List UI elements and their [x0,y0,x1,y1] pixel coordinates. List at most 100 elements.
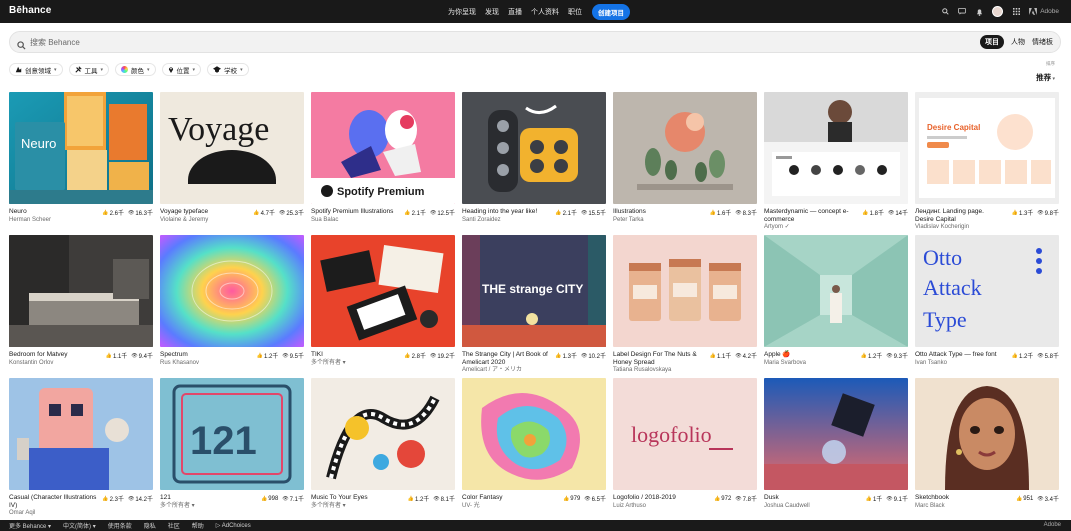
project-title[interactable]: Лендинг. Landing page. Desire Capital [915,208,1003,223]
project-title[interactable]: Apple 🍎 [764,351,852,359]
project-thumbnail[interactable]: Desire Capital [915,92,1059,204]
thumbs-up-icon: 👍 [860,352,867,359]
project-title[interactable]: Bedroom for Matvey [9,351,97,359]
filter-creative-fields[interactable]: 创意领域 ▾ [9,63,63,76]
filter-tools[interactable]: 工具 ▾ [68,63,110,76]
project-thumbnail[interactable]: Voyage [160,92,304,204]
nav-livestream[interactable]: 直播 [508,7,522,17]
footer-bar: 更多 Behance ▾ 中文(简体) ▾ 使用条款 隐私 社区 帮助 ▷ Ad… [0,520,1071,531]
footer-adobe[interactable]: Adobe [1044,522,1061,528]
chevron-down-icon: ▾ [1051,76,1055,82]
project-title[interactable]: Logofolio / 2018-2019 [613,494,701,502]
likes-count: 👍 1.2千 [408,494,430,504]
filter-color[interactable]: 颜色 ▾ [115,63,156,76]
footer-terms[interactable]: 使用条款 [108,521,132,530]
project-owner[interactable]: Vladislav Kocherigin [915,223,1059,231]
project-thumbnail[interactable] [613,92,757,204]
project-meta: Label Design For The Nuts & Honey Spread… [613,351,757,374]
footer-privacy[interactable]: 隐私 [144,521,156,530]
search-input[interactable] [30,35,530,50]
project-owner[interactable]: Artyom ✓ [764,223,908,231]
notifications-bell-icon[interactable] [975,8,983,16]
project-title[interactable]: Neuro [9,208,97,216]
scope-moodboards[interactable]: 情绪板 [1032,37,1053,47]
footer-more-behance[interactable]: 更多 Behance ▾ [9,521,51,530]
filter-row: 创意领域 ▾ 工具 ▾ 颜色 ▾ 位置 ▾ 学校 ▾ [9,63,249,76]
project-thumbnail[interactable] [462,92,606,204]
eye-icon: 👁 [282,495,289,502]
project-thumbnail[interactable] [915,378,1059,490]
project-owner[interactable]: Amelicart / ア・メリカ [462,366,606,374]
project-title[interactable]: Music To Your Eyes [311,494,399,502]
nav-jobs[interactable]: 职位 [568,7,582,17]
views-value: 7.8千 [742,497,757,503]
footer-community[interactable]: 社区 [168,521,180,530]
likes-count: 👍 1.1千 [106,351,128,361]
project-title[interactable]: Otto Attack Type — free font [915,351,1003,359]
project-title[interactable]: TIKI [311,351,399,359]
eye-icon: 👁 [887,209,895,216]
project-thumbnail[interactable] [311,378,455,490]
project-title[interactable]: Label Design For The Nuts & Honey Spread [613,351,701,366]
project-thumbnail[interactable] [9,235,153,347]
project-title[interactable]: Spectrum [160,351,248,359]
likes-count: 👍 951 [1016,494,1033,503]
footer-help[interactable]: 帮助 [192,521,204,530]
project-meta: Otto Attack Type — free font Ivan Tsanko… [915,351,1059,367]
project-title[interactable]: Illustrations [613,208,701,216]
project-thumbnail[interactable] [613,235,757,347]
nav-profile[interactable]: 个人资料 [531,7,559,17]
sort-dropdown[interactable]: 排序 推荐 ▾ [1036,61,1055,85]
project-title[interactable]: The Strange City | Art Book of Amelicart… [462,351,550,366]
filter-school[interactable]: 学校 ▾ [207,63,249,76]
project-thumbnail[interactable]: Otto Attack Type [915,235,1059,347]
views-count: 👁 25.3千 [279,208,304,218]
project-title[interactable]: Dusk [764,494,852,502]
nav-discover[interactable]: 发现 [485,7,499,17]
scope-people[interactable]: 人物 [1011,37,1025,47]
apps-grid-icon[interactable] [1012,8,1020,16]
project-thumbnail[interactable] [764,235,908,347]
likes-value: 1.3千 [1018,211,1034,217]
views-value: 14.2千 [135,497,153,503]
project-thumbnail[interactable]: 121 [160,378,304,490]
likes-count: 👍 972 [714,494,731,503]
location-icon [168,67,173,73]
footer-adchoices[interactable]: ▷ AdChoices [216,522,251,529]
behance-logo[interactable]: Bēhance [9,5,51,16]
thumbs-up-icon: 👍 [709,209,716,216]
project-thumbnail[interactable] [764,92,908,204]
project-thumbnail[interactable]: Neuro [9,92,153,204]
project-thumbnail[interactable] [160,235,304,347]
messages-icon[interactable] [958,8,967,16]
project-title[interactable]: Spotify Premium Illustrations [311,208,399,216]
project-stats: 👍 1.2千 👁 8.1千 [408,494,455,504]
create-project-button[interactable]: 创建项目 [592,3,630,20]
project-title[interactable]: Sketchbook [915,494,1003,502]
project-thumbnail[interactable] [764,378,908,490]
filter-location[interactable]: 位置 ▾ [161,63,202,76]
user-avatar[interactable] [992,6,1004,17]
project-title[interactable]: Casual (Character Illustrations IV) [9,494,97,509]
nav-for-you[interactable]: 为你呈现 [448,7,476,17]
project-title[interactable]: Heading into the year like! [462,208,550,216]
project-title[interactable]: Color Fantasy [462,494,550,502]
project-title[interactable]: Masterdynamic — concept e-commerce [764,208,852,223]
footer-language[interactable]: 中文(简体) ▾ [63,521,96,530]
project-thumbnail[interactable] [311,235,455,347]
project-thumbnail[interactable] [462,378,606,490]
eye-icon: 👁 [1037,352,1044,359]
project-title[interactable]: 121 [160,494,248,502]
likes-value: 951 [1023,495,1034,502]
project-thumbnail[interactable] [9,378,153,490]
search-icon[interactable] [941,8,949,16]
adobe-link[interactable]: Adobe [1029,8,1059,15]
project-thumbnail[interactable]: THE strange CITY [462,235,606,347]
project-thumbnail[interactable]: Spotify Premium [311,92,455,204]
project-title[interactable]: Voyage typeface [160,208,248,216]
project-meta: Spotify Premium Illustrations Sua Balac … [311,208,455,224]
project-owner[interactable]: Omar Aqil [9,509,153,517]
project-owner[interactable]: Tatiana Rusalovskaya [613,366,757,374]
project-thumbnail[interactable]: logofolio [613,378,757,490]
scope-projects[interactable]: 项目 [980,35,1004,49]
